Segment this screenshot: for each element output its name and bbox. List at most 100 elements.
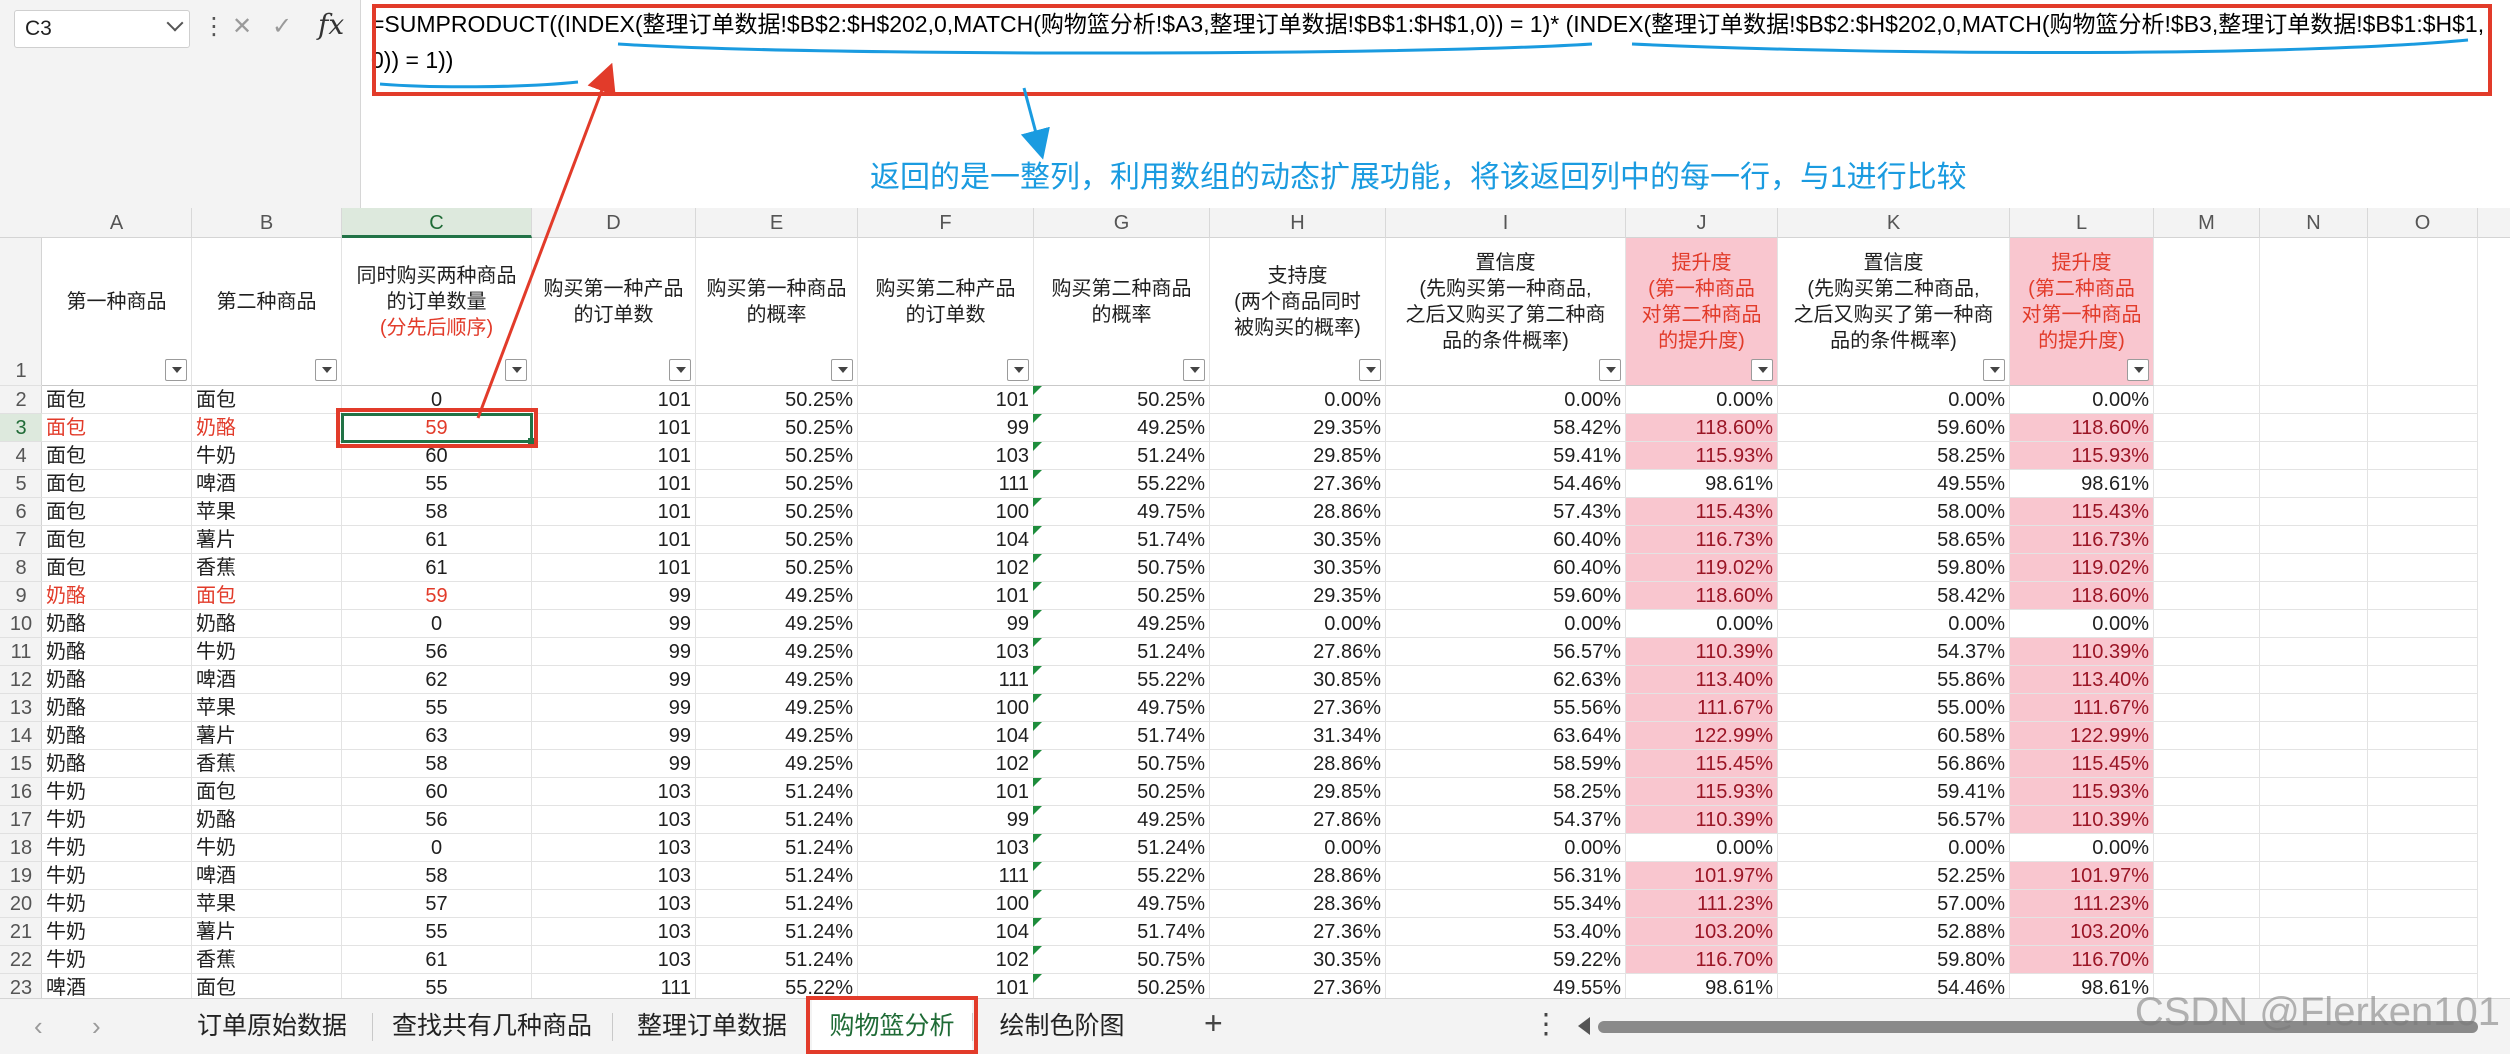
cell-D16[interactable]: 103: [532, 778, 696, 806]
header-cell-I[interactable]: 置信度 (先购买第一种商品, 之后又购买了第二种商 品的条件概率): [1386, 238, 1626, 386]
cell-D10[interactable]: 99: [532, 610, 696, 638]
cell-F5[interactable]: 111: [858, 470, 1034, 498]
cell-C20[interactable]: 57: [342, 890, 532, 918]
cell-B16[interactable]: 面包: [192, 778, 342, 806]
cell-A13[interactable]: 奶酪: [42, 694, 192, 722]
cell-C10[interactable]: 0: [342, 610, 532, 638]
cell-H8[interactable]: 30.35%: [1210, 554, 1386, 582]
cell-L5[interactable]: 98.61%: [2010, 470, 2154, 498]
cell-F20[interactable]: 100: [858, 890, 1034, 918]
cell-E8[interactable]: 50.25%: [696, 554, 858, 582]
cell-K10[interactable]: 0.00%: [1778, 610, 2010, 638]
cell-C6[interactable]: 58: [342, 498, 532, 526]
cell-H18[interactable]: 0.00%: [1210, 834, 1386, 862]
empty-cell[interactable]: [2368, 750, 2478, 778]
cell-F16[interactable]: 101: [858, 778, 1034, 806]
cell-J21[interactable]: 103.20%: [1626, 918, 1778, 946]
cell-G15[interactable]: 50.75%: [1034, 750, 1210, 778]
empty-cell[interactable]: [2368, 666, 2478, 694]
cell-F22[interactable]: 102: [858, 946, 1034, 974]
cell-K7[interactable]: 58.65%: [1778, 526, 2010, 554]
cell-K15[interactable]: 56.86%: [1778, 750, 2010, 778]
cell-K17[interactable]: 56.57%: [1778, 806, 2010, 834]
row-header-16[interactable]: 16: [0, 778, 42, 806]
cell-J15[interactable]: 115.45%: [1626, 750, 1778, 778]
empty-cell[interactable]: [2154, 722, 2260, 750]
cell-G17[interactable]: 49.25%: [1034, 806, 1210, 834]
empty-cell[interactable]: [2154, 750, 2260, 778]
cell-E21[interactable]: 51.24%: [696, 918, 858, 946]
cell-A7[interactable]: 面包: [42, 526, 192, 554]
cell-C7[interactable]: 61: [342, 526, 532, 554]
cell-G8[interactable]: 50.75%: [1034, 554, 1210, 582]
cell-K14[interactable]: 60.58%: [1778, 722, 2010, 750]
empty-cell[interactable]: [2368, 386, 2478, 414]
cell-B19[interactable]: 啤酒: [192, 862, 342, 890]
cell-B6[interactable]: 苹果: [192, 498, 342, 526]
filter-dropdown-icon[interactable]: [165, 359, 187, 381]
cell-L18[interactable]: 0.00%: [2010, 834, 2154, 862]
empty-cell[interactable]: [2154, 498, 2260, 526]
cell-L15[interactable]: 115.45%: [2010, 750, 2154, 778]
cell-G2[interactable]: 50.25%: [1034, 386, 1210, 414]
cell-I18[interactable]: 0.00%: [1386, 834, 1626, 862]
cell-G6[interactable]: 49.75%: [1034, 498, 1210, 526]
cell-L13[interactable]: 111.67%: [2010, 694, 2154, 722]
cell-D22[interactable]: 103: [532, 946, 696, 974]
empty-cell[interactable]: [2154, 806, 2260, 834]
row-header-22[interactable]: 22: [0, 946, 42, 974]
cell-I5[interactable]: 54.46%: [1386, 470, 1626, 498]
cell-H4[interactable]: 29.85%: [1210, 442, 1386, 470]
cell-J5[interactable]: 98.61%: [1626, 470, 1778, 498]
cell-J17[interactable]: 110.39%: [1626, 806, 1778, 834]
filter-dropdown-icon[interactable]: [315, 359, 337, 381]
cell-D20[interactable]: 103: [532, 890, 696, 918]
cell-A12[interactable]: 奶酪: [42, 666, 192, 694]
cell-J2[interactable]: 0.00%: [1626, 386, 1778, 414]
empty-cell[interactable]: [2368, 554, 2478, 582]
cell-D11[interactable]: 99: [532, 638, 696, 666]
cell-D23[interactable]: 111: [532, 974, 696, 998]
cell-C14[interactable]: 63: [342, 722, 532, 750]
row-header-11[interactable]: 11: [0, 638, 42, 666]
empty-cell[interactable]: [2368, 890, 2478, 918]
cell-K23[interactable]: 54.46%: [1778, 974, 2010, 998]
cell-F7[interactable]: 104: [858, 526, 1034, 554]
cell-D6[interactable]: 101: [532, 498, 696, 526]
cell-I9[interactable]: 59.60%: [1386, 582, 1626, 610]
chevron-down-icon[interactable]: [166, 14, 184, 32]
cell-F12[interactable]: 111: [858, 666, 1034, 694]
sheet-tab[interactable]: 整理订单数据: [612, 999, 812, 1054]
cell-A3[interactable]: 面包: [42, 414, 192, 442]
cell-H12[interactable]: 30.85%: [1210, 666, 1386, 694]
cell-F11[interactable]: 103: [858, 638, 1034, 666]
cancel-icon[interactable]: ✕: [232, 12, 252, 41]
cell-B3[interactable]: 奶酪: [192, 414, 342, 442]
row-header-17[interactable]: 17: [0, 806, 42, 834]
empty-cell[interactable]: [2368, 638, 2478, 666]
cell-J16[interactable]: 115.93%: [1626, 778, 1778, 806]
cell-C8[interactable]: 61: [342, 554, 532, 582]
empty-cell[interactable]: [2368, 526, 2478, 554]
empty-cell[interactable]: [2154, 526, 2260, 554]
cell-A20[interactable]: 牛奶: [42, 890, 192, 918]
cell-D19[interactable]: 103: [532, 862, 696, 890]
cell-L16[interactable]: 115.93%: [2010, 778, 2154, 806]
cell-L2[interactable]: 0.00%: [2010, 386, 2154, 414]
row-header-10[interactable]: 10: [0, 610, 42, 638]
empty-cell[interactable]: [2368, 610, 2478, 638]
cell-J13[interactable]: 111.67%: [1626, 694, 1778, 722]
cell-F8[interactable]: 102: [858, 554, 1034, 582]
cell-E4[interactable]: 50.25%: [696, 442, 858, 470]
row-header-18[interactable]: 18: [0, 834, 42, 862]
cell-D2[interactable]: 101: [532, 386, 696, 414]
cell-K8[interactable]: 59.80%: [1778, 554, 2010, 582]
empty-cell[interactable]: [2154, 610, 2260, 638]
row-header-4[interactable]: 4: [0, 442, 42, 470]
empty-cell[interactable]: [2368, 414, 2478, 442]
cell-L11[interactable]: 110.39%: [2010, 638, 2154, 666]
cell-D8[interactable]: 101: [532, 554, 696, 582]
row-header-15[interactable]: 15: [0, 750, 42, 778]
cell-D3[interactable]: 101: [532, 414, 696, 442]
cell-E10[interactable]: 49.25%: [696, 610, 858, 638]
